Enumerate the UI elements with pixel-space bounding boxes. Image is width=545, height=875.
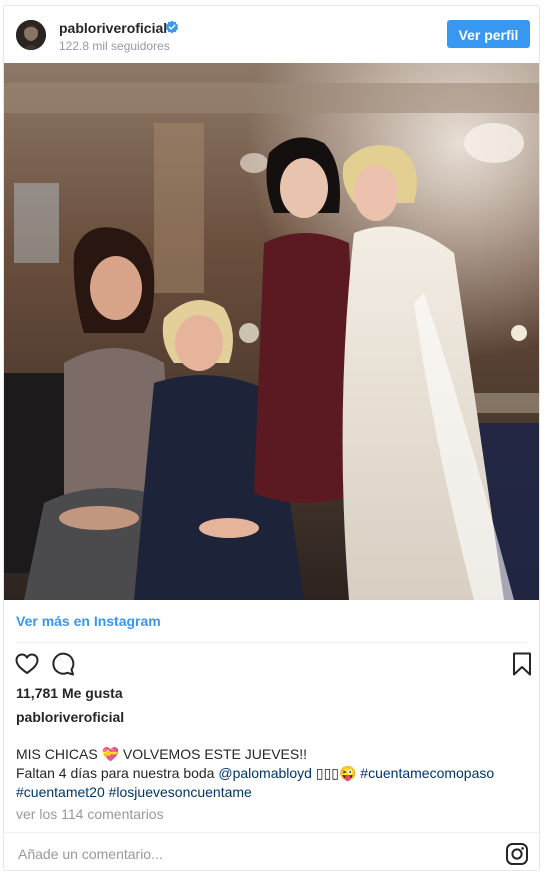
- heart-icon[interactable]: [14, 651, 40, 677]
- bookmark-icon[interactable]: [509, 651, 535, 677]
- hashtag-link[interactable]: #cuentamet20: [16, 784, 105, 800]
- caption-line-1: MIS CHICAS 💝 VOLVEMOS ESTE JUEVES!!: [16, 746, 308, 762]
- verified-badge-icon: [165, 20, 179, 34]
- divider: [16, 642, 527, 643]
- post-author[interactable]: pabloriveroficial: [16, 709, 124, 725]
- comment-icon[interactable]: [50, 651, 76, 677]
- caption-line-2: Faltan 4 días para nuestra boda @palomab…: [16, 764, 516, 783]
- hashtag-link[interactable]: #losjuevesoncuentame: [109, 784, 252, 800]
- view-comments-link[interactable]: ver los 114 comentarios: [16, 806, 164, 822]
- like-count[interactable]: 11,781 Me gusta: [16, 685, 123, 701]
- avatar-image: [16, 20, 46, 50]
- caption-text: Faltan 4 días para nuestra boda: [16, 765, 219, 781]
- caption-line-3: #cuentamet20 #losjuevesoncuentame: [16, 783, 516, 802]
- caption-emojis: ▯▯▯😜: [311, 765, 361, 781]
- hashtag-link[interactable]: #cuentamecomopaso: [360, 765, 494, 781]
- post-header: pabloriveroficial 122.8 mil seguidores V…: [4, 6, 539, 63]
- mention-link[interactable]: @palomabloyd: [218, 765, 312, 781]
- instagram-embed-card: pabloriveroficial 122.8 mil seguidores V…: [3, 5, 540, 871]
- follower-count: 122.8 mil seguidores: [59, 39, 170, 53]
- post-photo[interactable]: [4, 63, 539, 600]
- post-caption: MIS CHICAS 💝 VOLVEMOS ESTE JUEVES!! Falt…: [16, 745, 516, 802]
- post-image: [4, 63, 539, 600]
- see-more-on-instagram-link[interactable]: Ver más en Instagram: [16, 613, 161, 629]
- view-profile-button[interactable]: Ver perfil: [447, 20, 530, 48]
- divider: [4, 832, 539, 833]
- avatar[interactable]: [16, 20, 46, 50]
- username[interactable]: pabloriveroficial: [59, 20, 167, 36]
- instagram-icon[interactable]: [505, 842, 529, 866]
- comment-input[interactable]: [16, 842, 460, 866]
